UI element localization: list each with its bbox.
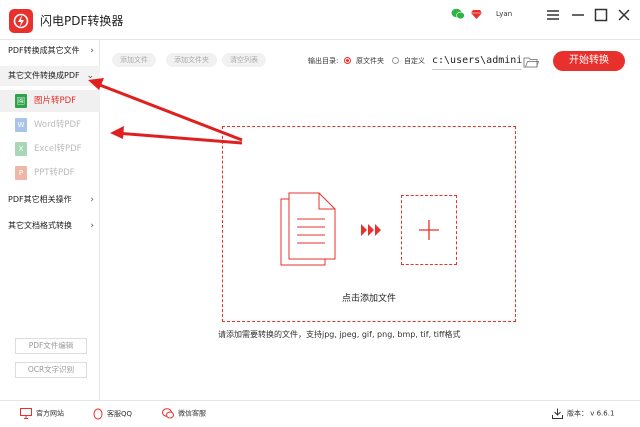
username[interactable]: Lyan [496, 10, 512, 18]
version-info[interactable]: 版本： v 6.6.1 [552, 408, 614, 419]
nav-group-pdf-to-other[interactable]: PDF转换成其它文件 › [0, 41, 100, 61]
sidebar-item-excel-to-pdf[interactable]: X Excel转PDF [0, 138, 100, 160]
app-title: 闪电PDF转换器 [40, 14, 124, 28]
wechat-service-label: 微信客服 [178, 409, 206, 418]
wechat-icon[interactable] [451, 8, 465, 20]
nav-group-label: 其它文件转换成PDF [8, 71, 80, 80]
maximize-icon[interactable] [594, 8, 608, 22]
image-file-icon: 🖼 [15, 94, 27, 108]
monitor-icon [20, 408, 32, 419]
qq-link[interactable]: 客服QQ [93, 408, 132, 420]
chevron-down-icon: ⌄ [86, 71, 94, 81]
minimize-icon[interactable] [571, 8, 585, 22]
start-convert-button[interactable]: 开始转换 [553, 51, 625, 71]
source-folder-label: 原文件夹 [356, 57, 384, 65]
nav-group-label: PDF转换成其它文件 [8, 46, 80, 55]
nav-group-other-format[interactable]: 其它文档格式转换 › [0, 216, 100, 236]
title-bar: 闪电PDF转换器 Lyan [0, 0, 640, 40]
plus-icon [419, 220, 439, 240]
radio-custom[interactable] [392, 57, 399, 64]
nav-group-other-to-pdf[interactable]: 其它文件转换成PDF ⌄ [0, 66, 100, 86]
footer: 官方网站 客服QQ 微信客服 版本： v 6.6.1 [0, 400, 640, 427]
drop-zone[interactable]: 点击添加文件 [222, 126, 516, 322]
document-icon [280, 192, 336, 266]
drop-zone-label: 点击添加文件 [341, 294, 396, 304]
sidebar-item-label: Word转PDF [34, 120, 81, 130]
website-label: 官方网站 [36, 409, 64, 418]
website-link[interactable]: 官方网站 [20, 408, 64, 419]
download-icon [552, 408, 563, 419]
add-folder-button[interactable]: 添加文件夹 [166, 53, 217, 67]
sidebar: PDF转换成其它文件 › 其它文件转换成PDF ⌄ 🖼 图片转PDF W Wor… [0, 40, 100, 400]
radio-source-folder[interactable] [344, 57, 351, 64]
pdf-edit-button[interactable]: PDF文件编辑 [15, 338, 87, 354]
app-logo [9, 9, 33, 33]
sidebar-item-label: Excel转PDF [34, 144, 82, 154]
nav-group-pdf-other-ops[interactable]: PDF其它相关操作 › [0, 190, 100, 210]
sidebar-item-label: PPT转PDF [34, 168, 75, 178]
output-dir-label: 输出目录: [308, 57, 339, 65]
nav-group-label: PDF其它相关操作 [8, 195, 72, 204]
qq-icon [93, 408, 103, 420]
version-label: 版本： v 6.6.1 [567, 409, 615, 418]
menu-icon[interactable] [546, 8, 560, 22]
forward-arrows-icon [361, 224, 381, 236]
ocr-button[interactable]: OCR文字识别 [15, 362, 87, 378]
folder-open-icon[interactable] [523, 56, 539, 68]
custom-label: 自定义 [404, 57, 425, 65]
add-file-button[interactable]: 添加文件 [112, 53, 156, 67]
supported-formats-hint: 请添加需要转换的文件，支持jpg, jpeg, gif, png, bmp, t… [218, 330, 461, 339]
nav-group-label: 其它文档格式转换 [8, 221, 72, 230]
chevron-right-icon: › [90, 221, 94, 231]
word-file-icon: W [15, 118, 27, 132]
clear-list-button[interactable]: 清空列表 [222, 53, 266, 67]
excel-file-icon: X [15, 142, 27, 156]
qq-label: 客服QQ [107, 410, 133, 418]
chevron-right-icon: › [90, 46, 94, 56]
add-file-target[interactable] [401, 195, 457, 265]
vip-gem-icon[interactable] [471, 9, 482, 19]
close-icon[interactable] [617, 8, 631, 22]
wechat-service-link[interactable]: 微信客服 [162, 408, 206, 419]
sidebar-item-image-to-pdf[interactable]: 🖼 图片转PDF [0, 90, 100, 112]
sidebar-item-word-to-pdf[interactable]: W Word转PDF [0, 114, 100, 136]
sidebar-item-label: 图片转PDF [34, 96, 77, 106]
chevron-right-icon: › [90, 195, 94, 205]
ppt-file-icon: P [15, 166, 27, 180]
wechat-service-icon [162, 408, 174, 419]
output-path-field[interactable] [432, 52, 522, 70]
sidebar-item-ppt-to-pdf[interactable]: P PPT转PDF [0, 162, 100, 184]
